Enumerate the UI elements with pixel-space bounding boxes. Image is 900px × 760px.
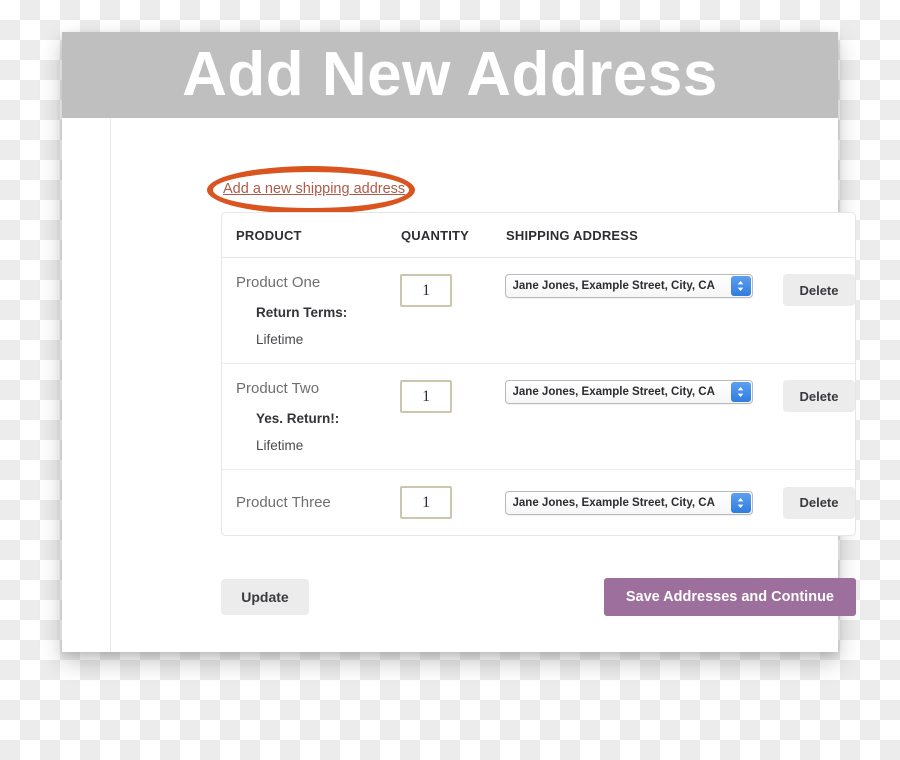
action-cell: Delete xyxy=(782,486,855,519)
stepper-updown-icon[interactable] xyxy=(730,492,751,513)
save-addresses-and-continue-button[interactable]: Save Addresses and Continue xyxy=(603,578,856,616)
content-panel: Add a new shipping address PRODUCT QUANT… xyxy=(110,118,856,652)
shipping-address-selected-value: Jane Jones, Example Street, City, CA xyxy=(512,280,715,292)
address-cell: Jane Jones, Example Street, City, CA xyxy=(504,274,783,298)
return-terms-value: Lifetime xyxy=(256,438,304,453)
add-new-shipping-address-link[interactable]: Add a new shipping address xyxy=(223,181,405,197)
stepper-updown-icon[interactable] xyxy=(730,382,751,402)
return-terms-value: Lifetime xyxy=(256,332,304,347)
product-cell: Product One Return Terms: Lifetime xyxy=(236,274,400,347)
product-cell: Product Two Yes. Return!: Lifetime xyxy=(236,380,400,453)
products-table: PRODUCT QUANTITY SHIPPING ADDRESS Produc… xyxy=(221,212,856,536)
quantity-input[interactable] xyxy=(400,380,453,413)
shipping-address-select[interactable]: Jane Jones, Example Street, City, CA xyxy=(504,380,753,404)
shipping-address-selected-value: Jane Jones, Example Street, City, CA xyxy=(512,386,715,398)
product-name: Product One xyxy=(236,274,321,291)
column-header-shipping-address: SHIPPING ADDRESS xyxy=(506,227,639,243)
delete-button[interactable]: Delete xyxy=(782,486,855,519)
quantity-cell xyxy=(400,486,504,519)
shipping-address-select[interactable]: Jane Jones, Example Street, City, CA xyxy=(504,490,753,515)
page-title: Add New Address xyxy=(182,40,718,109)
product-cell: Product Three xyxy=(236,494,400,511)
delete-button[interactable]: Delete xyxy=(782,274,855,306)
table-row: Product Two Yes. Return!: Lifetime Jane … xyxy=(222,364,855,470)
quantity-cell xyxy=(400,274,504,307)
quantity-input[interactable] xyxy=(400,486,453,519)
return-terms-label: Yes. Return!: xyxy=(256,411,340,426)
address-card: Add New Address Add a new shipping addre… xyxy=(62,32,856,652)
return-terms-label: Return Terms: xyxy=(256,305,348,320)
page-banner: Add New Address xyxy=(62,32,838,118)
product-name: Product Two xyxy=(236,380,320,397)
form-footer: Update Save Addresses and Continue xyxy=(221,578,856,616)
column-header-product: PRODUCT xyxy=(236,227,302,243)
return-terms-block: Yes. Return!: Lifetime xyxy=(236,411,400,453)
table-header-row: PRODUCT QUANTITY SHIPPING ADDRESS xyxy=(222,213,855,258)
update-button[interactable]: Update xyxy=(221,579,309,615)
product-name: Product Three xyxy=(236,494,331,511)
stepper-updown-icon[interactable] xyxy=(730,276,751,296)
table-row: Product Three Jane Jones, Example Street… xyxy=(222,470,855,535)
address-cell: Jane Jones, Example Street, City, CA xyxy=(504,490,783,515)
quantity-cell xyxy=(400,380,504,413)
column-header-quantity: QUANTITY xyxy=(401,227,470,243)
action-cell: Delete xyxy=(782,274,855,306)
table-row: Product One Return Terms: Lifetime Jane … xyxy=(222,258,855,364)
action-cell: Delete xyxy=(782,380,855,412)
shipping-address-selected-value: Jane Jones, Example Street, City, CA xyxy=(512,496,715,509)
delete-button[interactable]: Delete xyxy=(782,380,855,412)
quantity-input[interactable] xyxy=(400,274,453,307)
add-address-link-area: Add a new shipping address xyxy=(207,166,429,214)
return-terms-block: Return Terms: Lifetime xyxy=(236,305,400,347)
shipping-address-select[interactable]: Jane Jones, Example Street, City, CA xyxy=(504,274,753,298)
address-cell: Jane Jones, Example Street, City, CA xyxy=(504,380,783,404)
